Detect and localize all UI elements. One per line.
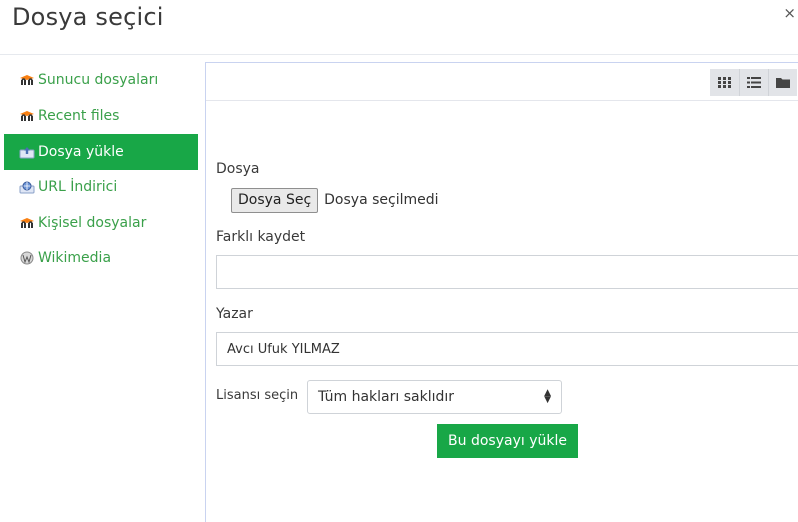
upload-file-button[interactable]: Bu dosyayı yükle — [437, 424, 578, 458]
dialog-header: Dosya seçici × — [0, 0, 798, 55]
url-downloader-icon — [18, 180, 36, 194]
grid-view-icon[interactable] — [710, 69, 739, 96]
list-view-icon[interactable] — [739, 69, 768, 96]
sidebar-item-label: Recent files — [38, 108, 120, 124]
close-icon[interactable]: × — [783, 4, 796, 22]
sidebar-item-recent-files[interactable]: Recent files — [4, 98, 198, 134]
sidebar-item-upload[interactable]: Dosya yükle — [4, 134, 198, 170]
sidebar-item-label: URL İndirici — [38, 179, 118, 195]
upload-panel: Dosya Dosya Seç Dosya seçilmedi Farklı k… — [205, 62, 798, 522]
license-select[interactable]: Tüm hakları saklıdır ▲ ▼ — [307, 380, 562, 414]
sidebar-item-server-files[interactable]: Sunucu dosyaları — [4, 62, 198, 98]
sidebar-item-label: Wikimedia — [38, 250, 112, 266]
author-label: Yazar — [216, 306, 253, 322]
license-selected-value: Tüm hakları saklıdır — [318, 389, 455, 405]
license-label: Lisansı seçin — [216, 388, 299, 403]
sidebar-item-private-files[interactable]: Kişisel dosyalar — [4, 205, 198, 241]
author-input[interactable]: Avcı Ufuk YILMAZ — [216, 332, 798, 366]
view-switcher — [710, 69, 797, 96]
sidebar-item-wikimedia[interactable]: Wikimedia — [4, 240, 198, 276]
wikimedia-icon — [18, 251, 36, 265]
choose-file-button[interactable]: Dosya Seç — [231, 187, 319, 213]
sidebar-item-label: Dosya yükle — [38, 144, 124, 160]
dialog-title: Dosya seçici — [12, 3, 164, 31]
sidebar-item-label: Kişisel dosyalar — [38, 215, 147, 231]
saveas-label: Farklı kaydet — [216, 229, 306, 245]
sidebar-item-url-downloader[interactable]: URL İndirici — [4, 169, 198, 205]
upload-icon — [18, 145, 36, 159]
moodle-icon — [18, 216, 36, 230]
panel-toolbar — [206, 63, 798, 101]
file-picker: Dosya Seç Dosya seçilmedi — [231, 187, 439, 213]
moodle-icon — [18, 73, 36, 87]
moodle-icon — [18, 109, 36, 123]
saveas-input[interactable] — [216, 255, 798, 289]
file-label: Dosya — [216, 161, 260, 177]
file-status-text: Dosya seçilmedi — [324, 192, 439, 208]
sidebar-item-label: Sunucu dosyaları — [38, 72, 159, 88]
folder-view-icon[interactable] — [768, 69, 797, 96]
select-caret-icon: ▲ ▼ — [544, 388, 551, 405]
